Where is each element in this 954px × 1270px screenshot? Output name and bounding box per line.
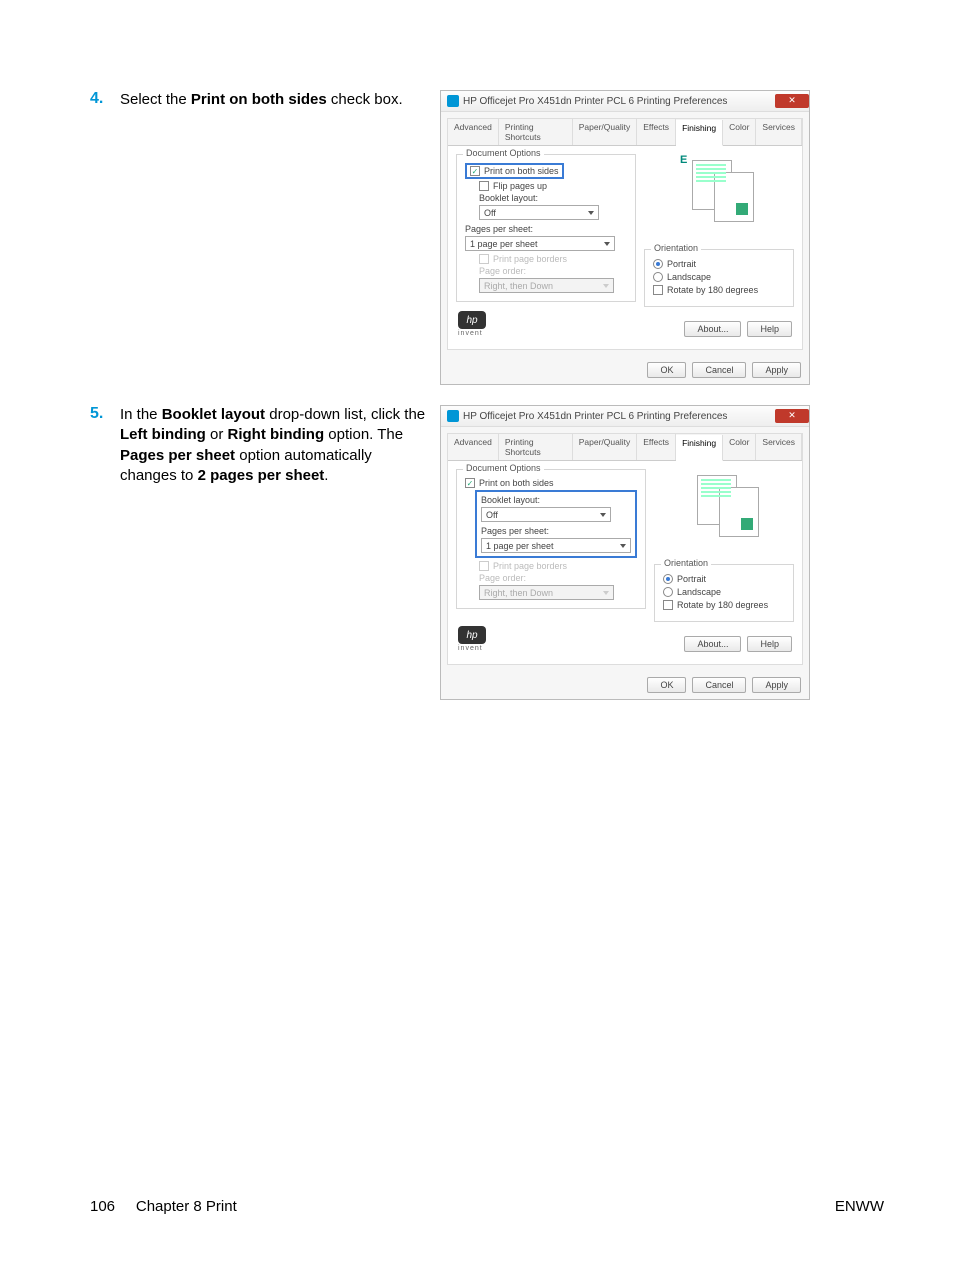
- hp-invent-text: invent: [458, 645, 486, 652]
- close-icon[interactable]: ✕: [775, 409, 809, 423]
- page-order-label: Page order:: [479, 266, 627, 276]
- preview-e-icon: E: [680, 154, 687, 166]
- print-both-sides-label: Print on both sides: [479, 478, 554, 488]
- orientation-label: Orientation: [661, 558, 711, 568]
- step-number-5: 5.: [90, 405, 120, 423]
- ok-button[interactable]: OK: [647, 362, 686, 378]
- pages-per-sheet-select[interactable]: 1 page per sheet: [481, 538, 631, 553]
- dialog-titlebar: HP Officejet Pro X451dn Printer PCL 6 Pr…: [441, 406, 809, 427]
- portrait-label: Portrait: [677, 574, 706, 584]
- page-order-select: Right, then Down: [479, 278, 614, 293]
- orientation-group: Orientation Portrait Landscape: [654, 564, 794, 622]
- print-both-sides-highlight: Print on both sides: [465, 163, 564, 179]
- landscape-label: Landscape: [677, 587, 721, 597]
- footer-right: ENWW: [835, 1198, 884, 1215]
- tab-paper[interactable]: Paper/Quality: [573, 119, 638, 145]
- step-text-5: In the Booklet layout drop-down list, cl…: [120, 405, 430, 486]
- layout-preview: E: [684, 154, 754, 219]
- cancel-button[interactable]: Cancel: [692, 677, 746, 693]
- tab-advanced[interactable]: Advanced: [448, 119, 499, 145]
- apply-button[interactable]: Apply: [752, 362, 801, 378]
- portrait-radio[interactable]: [663, 574, 673, 584]
- dialog-title: HP Officejet Pro X451dn Printer PCL 6 Pr…: [463, 411, 727, 422]
- orientation-label: Orientation: [651, 243, 701, 253]
- tab-paper[interactable]: Paper/Quality: [573, 434, 638, 460]
- hp-logo-icon: hp: [458, 311, 486, 329]
- print-page-borders-label: Print page borders: [493, 561, 567, 571]
- landscape-label: Landscape: [667, 272, 711, 282]
- document-options-group: Document Options Print on both sides: [456, 154, 636, 302]
- print-page-borders-checkbox: [479, 561, 489, 571]
- step-text-4: Select the Print on both sides check box…: [120, 90, 430, 110]
- help-button[interactable]: Help: [747, 636, 792, 652]
- about-button[interactable]: About...: [684, 321, 741, 337]
- tab-services[interactable]: Services: [756, 119, 802, 145]
- print-page-borders-checkbox: [479, 254, 489, 264]
- tab-services[interactable]: Services: [756, 434, 802, 460]
- hp-logo-icon: hp: [458, 626, 486, 644]
- rotate-180-checkbox[interactable]: [653, 285, 663, 295]
- pages-per-sheet-label: Pages per sheet:: [481, 526, 631, 536]
- landscape-radio[interactable]: [663, 587, 673, 597]
- booklet-layout-select[interactable]: Off: [479, 205, 599, 220]
- print-both-sides-label: Print on both sides: [484, 166, 559, 176]
- document-options-group: Document Options Print on both sides Boo…: [456, 469, 646, 609]
- page-number: 106: [90, 1198, 115, 1215]
- cancel-button[interactable]: Cancel: [692, 362, 746, 378]
- close-icon[interactable]: ✕: [775, 94, 809, 108]
- booklet-layout-select[interactable]: Off: [481, 507, 611, 522]
- print-preferences-dialog-1: HP Officejet Pro X451dn Printer PCL 6 Pr…: [440, 90, 810, 385]
- rotate-180-checkbox[interactable]: [663, 600, 673, 610]
- print-both-sides-checkbox[interactable]: [470, 166, 480, 176]
- hp-icon: [447, 95, 459, 107]
- tab-color[interactable]: Color: [723, 119, 756, 145]
- page-order-label: Page order:: [479, 573, 637, 583]
- tab-finishing[interactable]: Finishing: [676, 120, 723, 146]
- print-page-borders-label: Print page borders: [493, 254, 567, 264]
- orientation-group: Orientation Portrait Landscape: [644, 249, 794, 307]
- booklet-layout-highlight: Booklet layout: Off Pages per sheet: 1 p…: [475, 490, 637, 558]
- rotate-180-label: Rotate by 180 degrees: [677, 600, 768, 610]
- print-both-sides-checkbox[interactable]: [465, 478, 475, 488]
- doc-options-label: Document Options: [463, 148, 544, 158]
- page-order-select: Right, then Down: [479, 585, 614, 600]
- tab-color[interactable]: Color: [723, 434, 756, 460]
- hp-invent-text: invent: [458, 330, 486, 337]
- tab-strip: Advanced Printing Shortcuts Paper/Qualit…: [448, 434, 802, 461]
- step-number-4: 4.: [90, 90, 120, 108]
- tab-effects[interactable]: Effects: [637, 119, 676, 145]
- tab-advanced[interactable]: Advanced: [448, 434, 499, 460]
- tab-strip: Advanced Printing Shortcuts Paper/Qualit…: [448, 119, 802, 146]
- about-button[interactable]: About...: [684, 636, 741, 652]
- tab-finishing[interactable]: Finishing: [676, 435, 723, 461]
- dialog-title: HP Officejet Pro X451dn Printer PCL 6 Pr…: [463, 96, 727, 107]
- dialog-titlebar: HP Officejet Pro X451dn Printer PCL 6 Pr…: [441, 91, 809, 112]
- hp-icon: [447, 410, 459, 422]
- tab-shortcuts[interactable]: Printing Shortcuts: [499, 119, 573, 145]
- flip-pages-up-label: Flip pages up: [493, 181, 547, 191]
- landscape-radio[interactable]: [653, 272, 663, 282]
- booklet-layout-label: Booklet layout:: [479, 193, 627, 203]
- help-button[interactable]: Help: [747, 321, 792, 337]
- ok-button[interactable]: OK: [647, 677, 686, 693]
- print-preferences-dialog-2: HP Officejet Pro X451dn Printer PCL 6 Pr…: [440, 405, 810, 700]
- pages-per-sheet-label: Pages per sheet:: [465, 224, 627, 234]
- pages-per-sheet-select[interactable]: 1 page per sheet: [465, 236, 615, 251]
- doc-options-label: Document Options: [463, 463, 544, 473]
- flip-pages-up-checkbox[interactable]: [479, 181, 489, 191]
- tab-shortcuts[interactable]: Printing Shortcuts: [499, 434, 573, 460]
- page-footer: 106 Chapter 8 Print ENWW: [90, 1198, 884, 1215]
- portrait-radio[interactable]: [653, 259, 663, 269]
- apply-button[interactable]: Apply: [752, 677, 801, 693]
- rotate-180-label: Rotate by 180 degrees: [667, 285, 758, 295]
- portrait-label: Portrait: [667, 259, 696, 269]
- layout-preview: [689, 469, 759, 534]
- chapter-label: Chapter 8 Print: [136, 1198, 237, 1215]
- booklet-layout-label: Booklet layout:: [481, 495, 631, 505]
- tab-effects[interactable]: Effects: [637, 434, 676, 460]
